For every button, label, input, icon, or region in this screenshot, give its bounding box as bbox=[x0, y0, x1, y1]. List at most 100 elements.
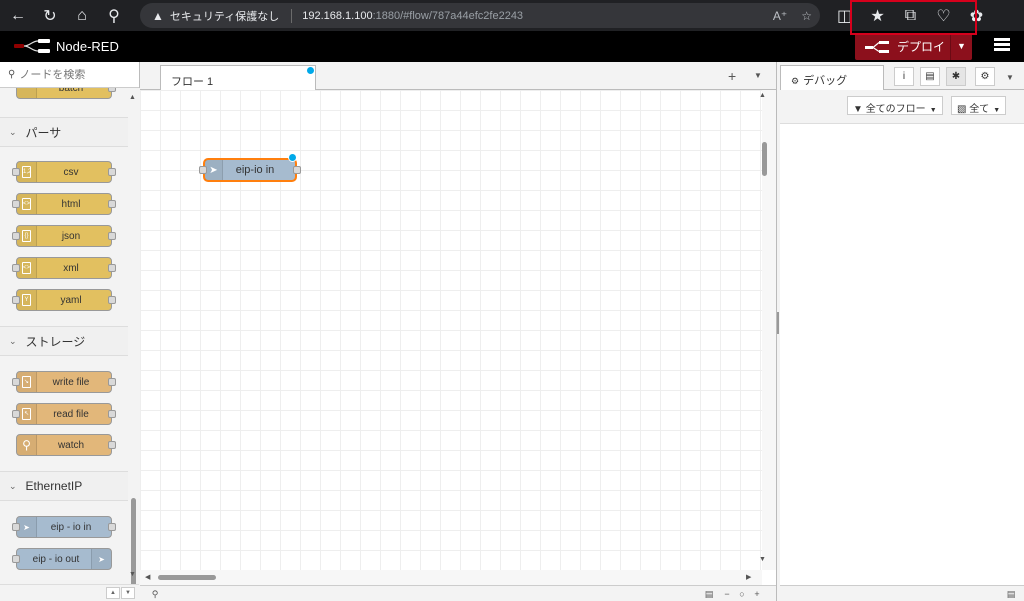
filter-icon: ▼ bbox=[853, 104, 863, 115]
bug-icon: ⚙ bbox=[791, 76, 800, 86]
tab-list-dropdown-icon[interactable]: ▼ bbox=[754, 71, 762, 80]
input-port bbox=[12, 168, 20, 176]
warning-icon: ▲ bbox=[152, 8, 164, 23]
scroll-down-icon[interactable]: ▼ bbox=[759, 556, 766, 563]
file-code-icon: <> bbox=[17, 194, 37, 214]
palette-search-input[interactable] bbox=[19, 68, 130, 81]
clear-messages-button[interactable]: ▧ 全て ▼ bbox=[951, 96, 1007, 115]
address-bar[interactable]: ▲ セキュリティ保護なし 192.168.1.100:1880/#flow/78… bbox=[140, 3, 820, 28]
zoom-reset-icon[interactable]: ○ bbox=[735, 588, 749, 600]
canvas-horizontal-scrollbar[interactable]: ◀ ▶ bbox=[140, 570, 762, 585]
palette-node-write-file[interactable]: ↘ write file bbox=[12, 371, 116, 393]
sidebar-footer: ▤ bbox=[780, 585, 1024, 601]
search-icon[interactable]: ⚲ bbox=[98, 0, 130, 31]
scroll-down-icon[interactable]: ▼ bbox=[129, 571, 136, 578]
help-book-icon[interactable]: ▤ bbox=[920, 67, 940, 86]
node-red-logo-icon bbox=[14, 39, 50, 53]
workspace-footer: ⚲ ▤ − ○ + bbox=[140, 585, 776, 601]
expand-all-icon[interactable]: ▼ bbox=[121, 587, 135, 599]
open-window-icon[interactable]: ▤ bbox=[1004, 588, 1018, 600]
palette-node-yaml[interactable]: Y yaml bbox=[12, 289, 116, 311]
output-port bbox=[108, 200, 116, 208]
category-storage[interactable]: ⌄ ストレージ bbox=[0, 326, 128, 356]
output-port bbox=[108, 378, 116, 386]
collapse-all-icon[interactable]: ▲ bbox=[106, 587, 120, 599]
filter-flows-button[interactable]: ▼ 全てのフロー ▼ bbox=[847, 96, 943, 115]
input-port bbox=[12, 523, 20, 531]
sidebar-menu-dropdown-icon[interactable]: ▼ bbox=[1006, 73, 1014, 82]
deploy-label: デプロイ bbox=[897, 40, 946, 54]
trash-icon: ▧ bbox=[957, 104, 967, 115]
arrow-in-icon: ➤ bbox=[17, 517, 37, 537]
palette-node-json[interactable]: {} json bbox=[12, 225, 116, 247]
palette-node-read-file[interactable]: ↖ read file bbox=[12, 403, 116, 425]
canvas-vertical-thumb[interactable] bbox=[762, 142, 767, 176]
scroll-left-icon[interactable]: ◀ bbox=[145, 573, 150, 581]
batch-icon bbox=[17, 88, 37, 98]
security-status[interactable]: セキュリティ保護なし bbox=[170, 8, 279, 24]
output-port bbox=[108, 232, 116, 240]
tab-debug[interactable]: ⚙ デバッグ bbox=[780, 65, 884, 91]
output-port[interactable] bbox=[293, 166, 301, 174]
add-tab-icon[interactable]: + bbox=[728, 68, 736, 84]
input-port bbox=[12, 410, 20, 418]
deploy-dropdown-icon[interactable]: ▼ bbox=[950, 33, 972, 60]
debug-bug-icon[interactable]: ✱ bbox=[946, 67, 966, 86]
info-icon[interactable]: i bbox=[894, 67, 914, 86]
arrow-in-icon: ➤ bbox=[205, 160, 223, 180]
input-port bbox=[12, 555, 20, 563]
input-port[interactable] bbox=[199, 166, 207, 174]
node-palette: ⚲ batch ⌄ パーサ 1,2 csv <> html {} json bbox=[0, 62, 140, 601]
scroll-right-icon[interactable]: ▶ bbox=[746, 573, 751, 581]
input-port bbox=[12, 232, 20, 240]
palette-node-batch[interactable]: batch bbox=[16, 88, 116, 99]
output-port bbox=[108, 168, 116, 176]
magnifier-icon: ⚲ bbox=[17, 435, 37, 455]
palette-scrollbar[interactable]: ▲ ▼ bbox=[128, 88, 140, 601]
palette-node-html[interactable]: <> html bbox=[12, 193, 116, 215]
flow-node-eip-io-in[interactable]: ➤ eip-io in bbox=[199, 153, 301, 182]
home-icon[interactable]: ⌂ bbox=[66, 0, 98, 31]
main-menu-icon[interactable] bbox=[990, 36, 1014, 58]
input-port bbox=[12, 296, 20, 304]
config-gear-icon[interactable]: ⚙ bbox=[975, 67, 995, 86]
scroll-up-icon[interactable]: ▲ bbox=[759, 92, 766, 99]
scroll-up-icon[interactable]: ▲ bbox=[129, 94, 136, 101]
navigator-map-icon[interactable]: ▤ bbox=[702, 588, 716, 600]
palette-node-csv[interactable]: 1,2 csv bbox=[12, 161, 116, 183]
chevron-down-icon: ▼ bbox=[993, 107, 1001, 114]
category-parser[interactable]: ⌄ パーサ bbox=[0, 117, 128, 147]
splitter-grip-icon[interactable] bbox=[777, 312, 779, 334]
input-port bbox=[12, 378, 20, 386]
palette-search[interactable]: ⚲ bbox=[0, 62, 139, 88]
palette-list: batch ⌄ パーサ 1,2 csv <> html {} json <> x… bbox=[0, 88, 128, 588]
palette-node-eip-io-in[interactable]: ➤ eip - io in bbox=[12, 516, 116, 538]
zoom-out-icon[interactable]: − bbox=[720, 588, 734, 600]
search-icon[interactable]: ⚲ bbox=[148, 588, 162, 600]
tab-flow-1[interactable]: フロー 1 bbox=[160, 65, 316, 91]
chevron-down-icon: ⌄ bbox=[9, 126, 17, 137]
favorite-star-icon[interactable]: ☆ bbox=[801, 9, 812, 23]
input-port bbox=[12, 264, 20, 272]
file-yaml-icon: Y bbox=[17, 290, 37, 310]
sidebar-tabs: ⚙ デバッグ i ▤ ✱ ⚙ ▼ bbox=[780, 62, 1024, 91]
deploy-button[interactable]: デプロイ ▼ bbox=[855, 33, 972, 60]
category-ethernetip[interactable]: ⌄ EthernetIP bbox=[0, 471, 128, 501]
file-csv-icon: 1,2 bbox=[17, 162, 37, 182]
back-arrow-icon[interactable]: ← bbox=[2, 0, 34, 31]
deploy-highlight-box bbox=[850, 0, 977, 35]
palette-node-eip-io-out[interactable]: eip - io out ➤ bbox=[12, 548, 112, 570]
flow-canvas[interactable]: ➤ eip-io in bbox=[140, 90, 762, 570]
output-port bbox=[108, 296, 116, 304]
file-code-icon: <> bbox=[17, 258, 37, 278]
read-aloud-icon[interactable]: A⁺ bbox=[773, 9, 787, 23]
palette-node-xml[interactable]: <> xml bbox=[12, 257, 116, 279]
url-host: 192.168.1.100 bbox=[302, 9, 373, 22]
palette-node-watch[interactable]: ⚲ watch bbox=[16, 434, 116, 456]
canvas-vertical-scrollbar[interactable]: ▲ ▼ bbox=[759, 90, 776, 570]
zoom-in-icon[interactable]: + bbox=[750, 588, 764, 600]
arrow-out-icon: ➤ bbox=[91, 549, 111, 569]
file-read-icon: ↖ bbox=[17, 404, 37, 424]
canvas-horizontal-thumb[interactable] bbox=[158, 575, 216, 580]
reload-icon[interactable]: ↻ bbox=[34, 0, 66, 31]
